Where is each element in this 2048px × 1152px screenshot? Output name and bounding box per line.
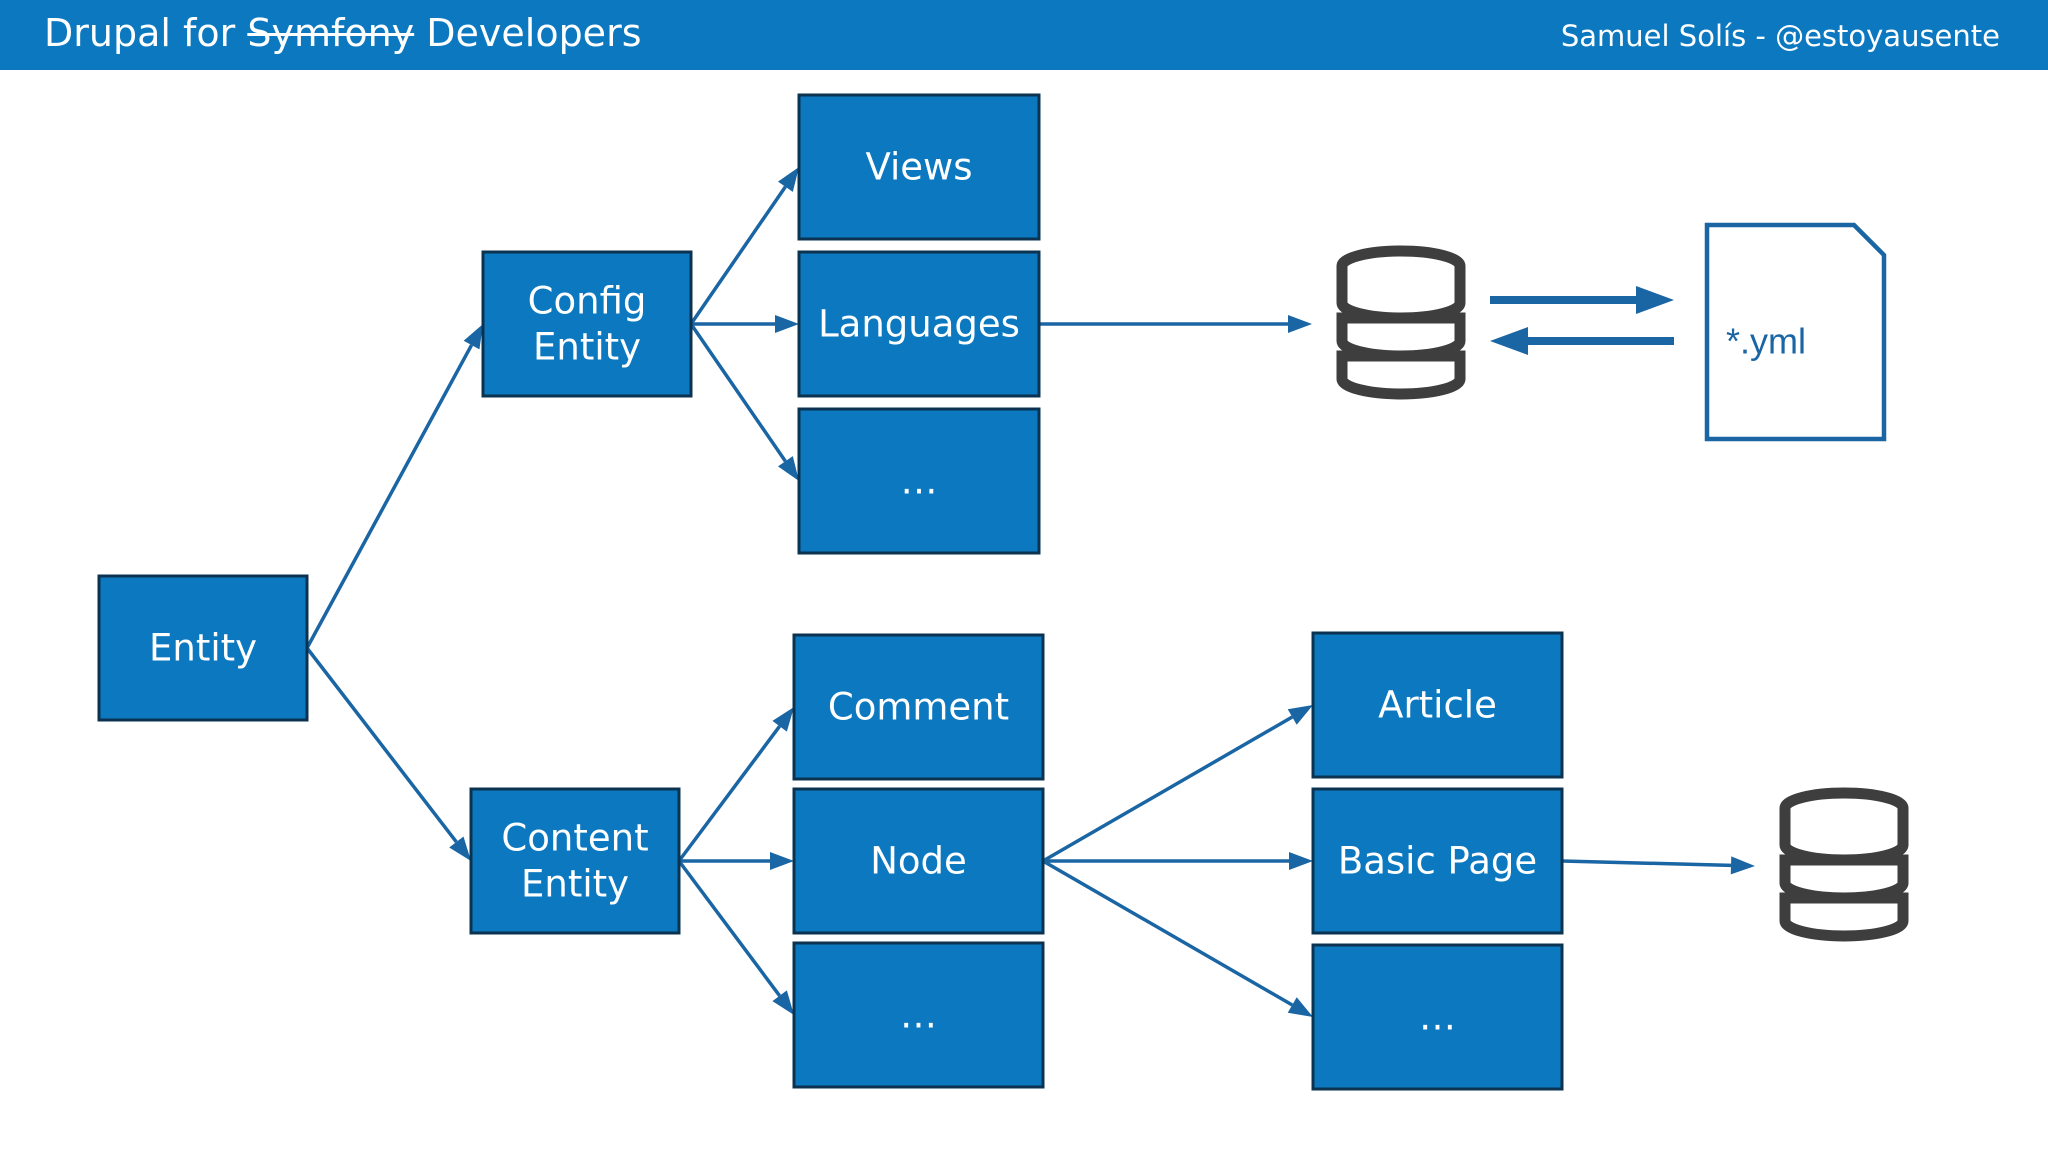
connector-8 [677, 859, 782, 997]
connector-13 [1561, 859, 1732, 868]
diagram-boxes: EntityConfigEntityContentEntityViewsLang… [97, 93, 1564, 1091]
config-database-icon [1336, 245, 1466, 400]
connector-3 [689, 185, 787, 325]
content-database-icon [1779, 787, 1909, 942]
connector-3-arrowhead [777, 167, 799, 192]
connector-4-arrowhead [775, 315, 799, 333]
connector-6-arrowhead [772, 707, 794, 732]
connector-5-arrowhead [777, 456, 799, 481]
connector-8-arrowhead [772, 990, 794, 1015]
sync-arrows [1490, 286, 1674, 355]
connector-10-arrowhead [1289, 852, 1313, 870]
entity-hierarchy-diagram: EntityConfigEntityContentEntityViewsLang… [97, 93, 1909, 1091]
comment-box-label-line-1: Comment [828, 686, 1009, 729]
connector-9 [1042, 715, 1294, 863]
node-box-label-line-1: Node [870, 840, 967, 883]
connector-12-arrowhead [1288, 315, 1312, 333]
config-entity-box-label-line-2: Entity [533, 326, 641, 369]
yml-file-label: *.yml [1726, 321, 1806, 362]
connector-1-arrowhead [463, 324, 483, 350]
config-more-box: … [797, 407, 1041, 555]
content-entity-box: ContentEntity [469, 787, 681, 935]
node-box: Node [792, 787, 1045, 935]
views-box-label-line-1: Views [865, 146, 972, 189]
content-more-box: … [792, 941, 1045, 1089]
article-box: Article [1311, 631, 1564, 779]
languages-box-label-line-1: Languages [818, 303, 1020, 346]
content-entity-box-label-line-2: Entity [521, 863, 629, 906]
connector-9-arrowhead [1287, 705, 1313, 725]
entity-box: Entity [97, 574, 309, 722]
content-entity-box-label-line-1: Content [501, 817, 648, 860]
basic-page-box: Basic Page [1311, 787, 1564, 935]
node-more-box: … [1311, 943, 1564, 1091]
connector-11 [1042, 859, 1294, 1007]
connector-1 [305, 344, 474, 649]
connector-2 [305, 646, 458, 844]
basic-page-box-label-line-1: Basic Page [1338, 840, 1537, 883]
connector-7-arrowhead [770, 852, 794, 870]
article-box-label-line-1: Article [1378, 684, 1497, 727]
languages-box: Languages [797, 250, 1041, 398]
content-more-box-label-line-1: … [900, 994, 937, 1037]
connector-2-arrowhead [449, 836, 471, 861]
views-box: Views [797, 93, 1041, 241]
config-entity-box-label-line-1: Config [528, 280, 647, 323]
entity-box-label-line-1: Entity [149, 627, 257, 670]
connector-5 [689, 323, 787, 463]
connector-6 [677, 725, 782, 863]
config-entity-box: ConfigEntity [481, 250, 693, 398]
yml-file-icon: *.yml [1704, 222, 1887, 442]
node-more-box-label-line-1: … [1419, 996, 1456, 1039]
config-more-box-label-line-1: … [901, 460, 938, 503]
comment-box: Comment [792, 633, 1045, 781]
connector-11-arrowhead [1287, 997, 1313, 1017]
connector-13-arrowhead [1730, 856, 1755, 875]
